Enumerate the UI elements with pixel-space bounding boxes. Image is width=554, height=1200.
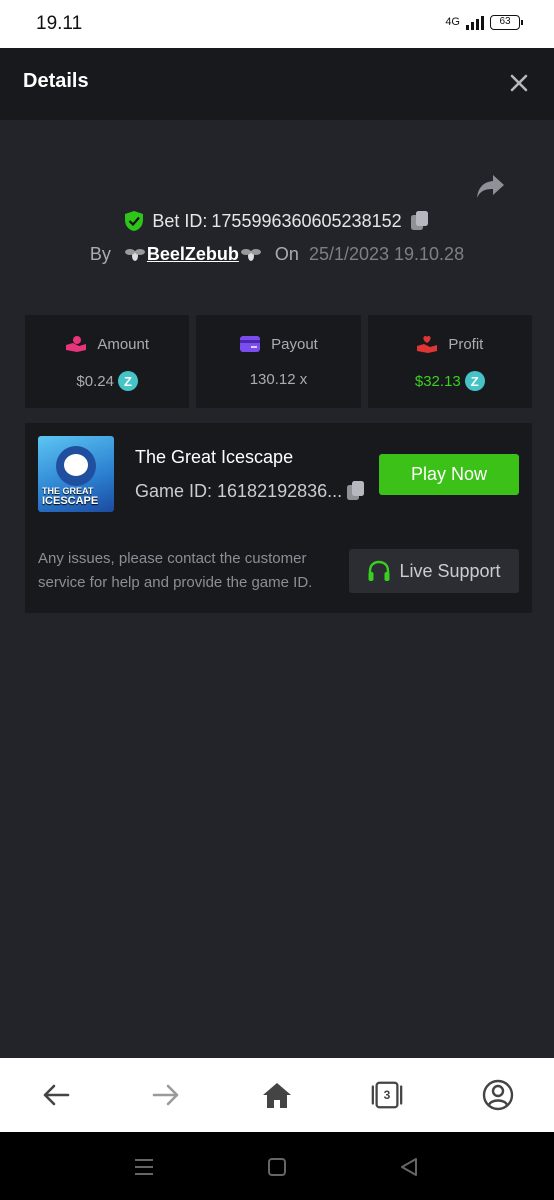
page-title: Details (23, 70, 89, 92)
user-icon (482, 1079, 514, 1111)
copy-icon[interactable] (410, 210, 430, 232)
on-label: On (274, 244, 299, 264)
stat-payout: Payout 130.12 x (196, 315, 361, 408)
status-bar: 19.11 4G 63 (0, 0, 554, 48)
battery-level: 63 (499, 15, 511, 27)
headset-icon (368, 560, 390, 581)
stat-label: Profit (448, 335, 484, 353)
network-type: 4G (445, 16, 460, 28)
bet-id-value: 1755996360605238152 (211, 210, 402, 231)
stat-profit: Profit $32.13 Z (367, 315, 532, 408)
close-icon[interactable] (508, 72, 530, 94)
home-icon (263, 1083, 291, 1108)
copy-icon[interactable] (346, 480, 366, 502)
game-card: THE GREAT ICESCAPE The Great Icescape Ga… (25, 423, 532, 613)
shield-check-icon (125, 211, 144, 231)
menu-icon[interactable] (133, 1156, 155, 1178)
back-button[interactable] (39, 1078, 73, 1112)
coin-icon: Z (117, 371, 138, 391)
bet-id-label: Bet ID: (152, 210, 208, 231)
battery-icon: 63 (490, 14, 523, 30)
triangle-back-icon[interactable] (398, 1156, 420, 1178)
game-name: The Great Icescape (135, 447, 294, 467)
card-icon (240, 336, 261, 352)
game-id-row: Game ID: 16182192836... (135, 480, 366, 502)
bet-date: 25/1/2023 19.10.28 (308, 244, 465, 264)
support-note: Any issues, please contact the customer … (38, 550, 313, 591)
signal-icon (466, 14, 484, 30)
status-icons: 4G 63 (445, 14, 523, 30)
status-time: 19.11 (36, 13, 83, 34)
stat-value: 130.12 x (249, 371, 308, 388)
system-navigation (0, 1132, 554, 1200)
stat-value: $0.24 (76, 372, 114, 390)
tabs-button[interactable]: 3 (370, 1078, 404, 1112)
tabs-count: 3 (383, 1088, 391, 1102)
details-header: Details (0, 48, 554, 120)
live-support-label: Live Support (399, 560, 501, 581)
by-label: By (89, 244, 111, 264)
arrow-left-icon (43, 1084, 70, 1106)
stat-label: Amount (97, 335, 150, 353)
share-icon[interactable] (476, 172, 506, 200)
forward-button[interactable] (149, 1078, 183, 1112)
home-button[interactable] (260, 1078, 294, 1112)
fly-icon (240, 248, 261, 261)
stat-value: $32.13 (414, 372, 461, 390)
hand-coin-icon (66, 336, 87, 352)
arrow-right-icon (152, 1084, 179, 1106)
stat-label: Payout (271, 335, 318, 353)
bet-id-row: Bet ID: 1755996360605238152 (0, 210, 554, 232)
bet-stats: Amount $0.24 Z Payout 130.12 x Profit $3… (25, 315, 532, 408)
profile-button[interactable] (481, 1078, 515, 1112)
browser-toolbar: 3 (0, 1058, 554, 1132)
coin-icon: Z (464, 371, 485, 391)
play-now-button[interactable]: Play Now (379, 454, 519, 495)
thumbnail-title-line2: ICESCAPE (42, 495, 99, 507)
stat-amount: Amount $0.24 Z (25, 315, 190, 408)
live-support-button[interactable]: Live Support (349, 549, 519, 593)
username-link[interactable]: BeelZebub (124, 244, 261, 265)
username: BeelZebub (146, 244, 239, 264)
fly-icon (124, 248, 145, 261)
game-id: Game ID: 16182192836... (135, 480, 343, 501)
square-icon[interactable] (266, 1156, 288, 1178)
author-row: By BeelZebub On 25/1/2023 19.10.28 (0, 244, 554, 265)
game-thumbnail[interactable]: THE GREAT ICESCAPE (38, 436, 114, 512)
hand-heart-icon (417, 336, 438, 353)
